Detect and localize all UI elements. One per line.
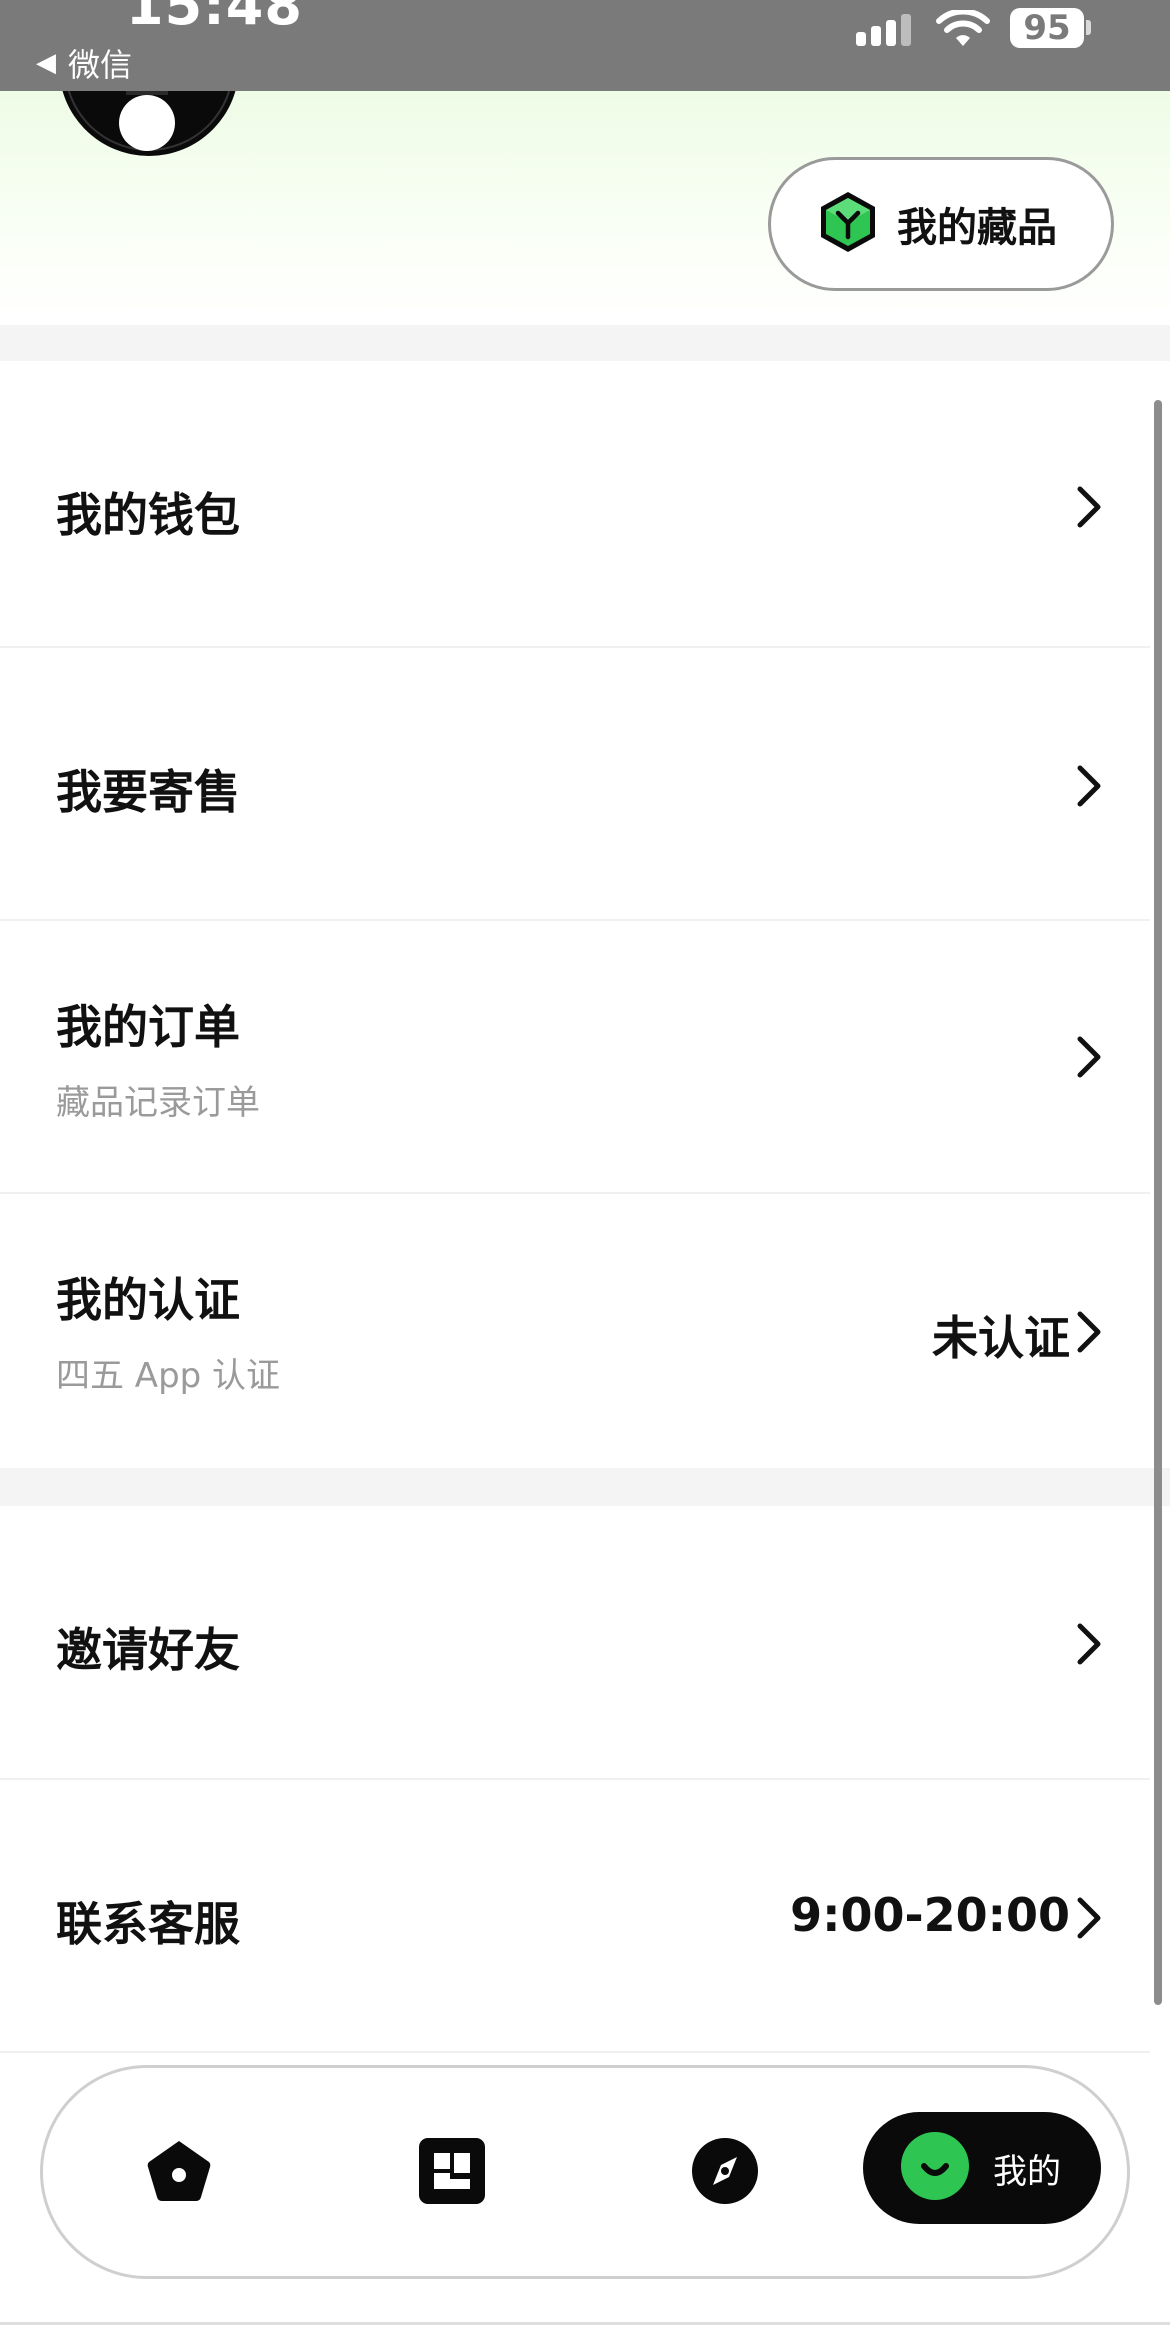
battery-indicator: 95: [1010, 8, 1084, 48]
my-collection-label: 我的藏品: [897, 205, 1057, 251]
menu-item-title: 我的认证: [56, 1273, 240, 1327]
smile-face-icon: [901, 2132, 969, 2204]
tab-mine-label: 我的: [993, 2151, 1061, 2192]
menu-item-invite-friends[interactable]: 邀请好友: [0, 1506, 1150, 1780]
chevron-right-icon: [1076, 485, 1102, 533]
back-triangle-icon: ◀: [36, 48, 56, 78]
home-icon: [145, 2138, 213, 2208]
menu-item-customer-service[interactable]: 联系客服 9:00-20:00: [0, 1780, 1150, 2053]
menu-item-verification[interactable]: 我的认证 四五 App 认证 未认证: [0, 1194, 1150, 1468]
bottom-divider: [0, 2322, 1170, 2325]
menu-item-subtitle: 四五 App 认证: [56, 1356, 281, 1396]
tab-home[interactable]: [144, 2138, 214, 2208]
chevron-right-icon: [1076, 1035, 1102, 1083]
my-collection-button[interactable]: 我的藏品: [768, 157, 1114, 291]
menu-item-title: 联系客服: [56, 1897, 240, 1951]
compass-icon: [691, 2137, 759, 2209]
back-to-wechat-link[interactable]: ◀ 微信: [36, 40, 132, 86]
section-divider: [0, 325, 1170, 361]
menu-item-title: 邀请好友: [56, 1623, 240, 1677]
status-bar: 15:48 ◀ 微信 95: [0, 0, 1170, 91]
battery-nub: [1086, 20, 1091, 35]
wifi-icon: [935, 8, 991, 54]
tab-mine[interactable]: 我的: [863, 2112, 1101, 2224]
menu-item-title: 我的钱包: [56, 488, 240, 542]
verification-status: 未认证: [932, 1311, 1070, 1365]
cellular-signal-icon: [856, 12, 916, 56]
menu-item-wallet[interactable]: 我的钱包: [0, 361, 1150, 648]
chevron-right-icon: [1076, 1622, 1102, 1670]
menu-item-consign[interactable]: 我要寄售: [0, 648, 1150, 921]
chevron-right-icon: [1076, 1896, 1102, 1944]
scrollbar[interactable]: [1154, 400, 1162, 2005]
profile-header: 我的藏品: [0, 11, 1170, 325]
back-label: 微信: [68, 46, 133, 84]
tab-market[interactable]: [417, 2138, 487, 2208]
section-divider: [0, 1468, 1170, 1506]
tab-bar: 我的: [40, 2065, 1130, 2279]
menu-item-subtitle: 藏品记录订单: [56, 1083, 260, 1123]
chevron-right-icon: [1076, 1310, 1102, 1358]
menu-item-orders[interactable]: 我的订单 藏品记录订单: [0, 921, 1150, 1194]
menu-item-title: 我要寄售: [56, 765, 240, 819]
service-hours: 9:00-20:00: [790, 1888, 1070, 1942]
chevron-right-icon: [1076, 764, 1102, 812]
tab-discover[interactable]: [690, 2138, 760, 2208]
menu-item-title: 我的订单: [56, 1000, 240, 1054]
market-grid-icon: [419, 2138, 485, 2208]
green-cube-icon: [817, 189, 879, 259]
status-time: 15:48: [126, 0, 303, 37]
